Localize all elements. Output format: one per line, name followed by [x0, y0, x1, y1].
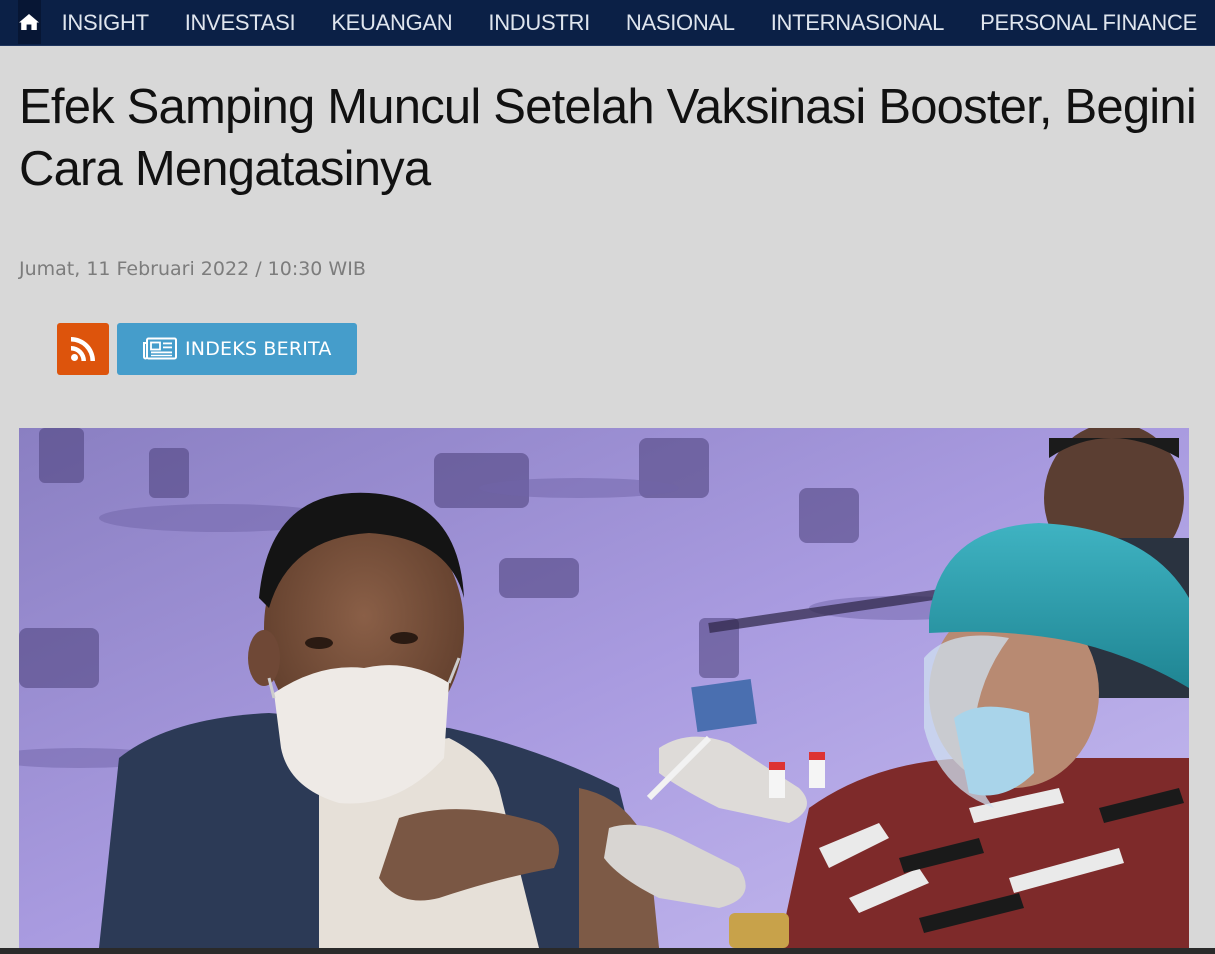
rss-icon — [71, 337, 95, 361]
nav-item-nasional[interactable]: NASIONAL — [608, 0, 753, 45]
home-button[interactable] — [18, 0, 41, 44]
nav-item-keuangan[interactable]: KEUANGAN — [313, 0, 470, 45]
rss-button[interactable] — [57, 323, 109, 375]
index-berita-label: INDEKS BERITA — [185, 338, 332, 360]
vaccination-photo — [19, 428, 1189, 948]
nav-item-industri[interactable]: INDUSTRI — [470, 0, 608, 45]
article-hero-image — [19, 428, 1189, 948]
home-icon — [19, 14, 40, 30]
nav-item-investasi[interactable]: INVESTASI — [167, 0, 314, 45]
nav-item-internasional[interactable]: INTERNASIONAL — [753, 0, 962, 45]
article-date: Jumat, 11 Februari 2022 / 10:30 WIB — [19, 258, 366, 280]
nav-item-insight[interactable]: INSIGHT — [41, 0, 167, 45]
nav-item-personal-finance[interactable]: PERSONAL FINANCE — [962, 0, 1215, 45]
top-navigation: INSIGHT INVESTASI KEUANGAN INDUSTRI NASI… — [0, 0, 1215, 46]
article-title: Efek Samping Muncul Setelah Vaksinasi Bo… — [19, 80, 1197, 196]
newspaper-icon — [143, 337, 177, 360]
index-berita-button[interactable]: INDEKS BERITA — [117, 323, 357, 375]
bottom-bar — [0, 948, 1215, 954]
